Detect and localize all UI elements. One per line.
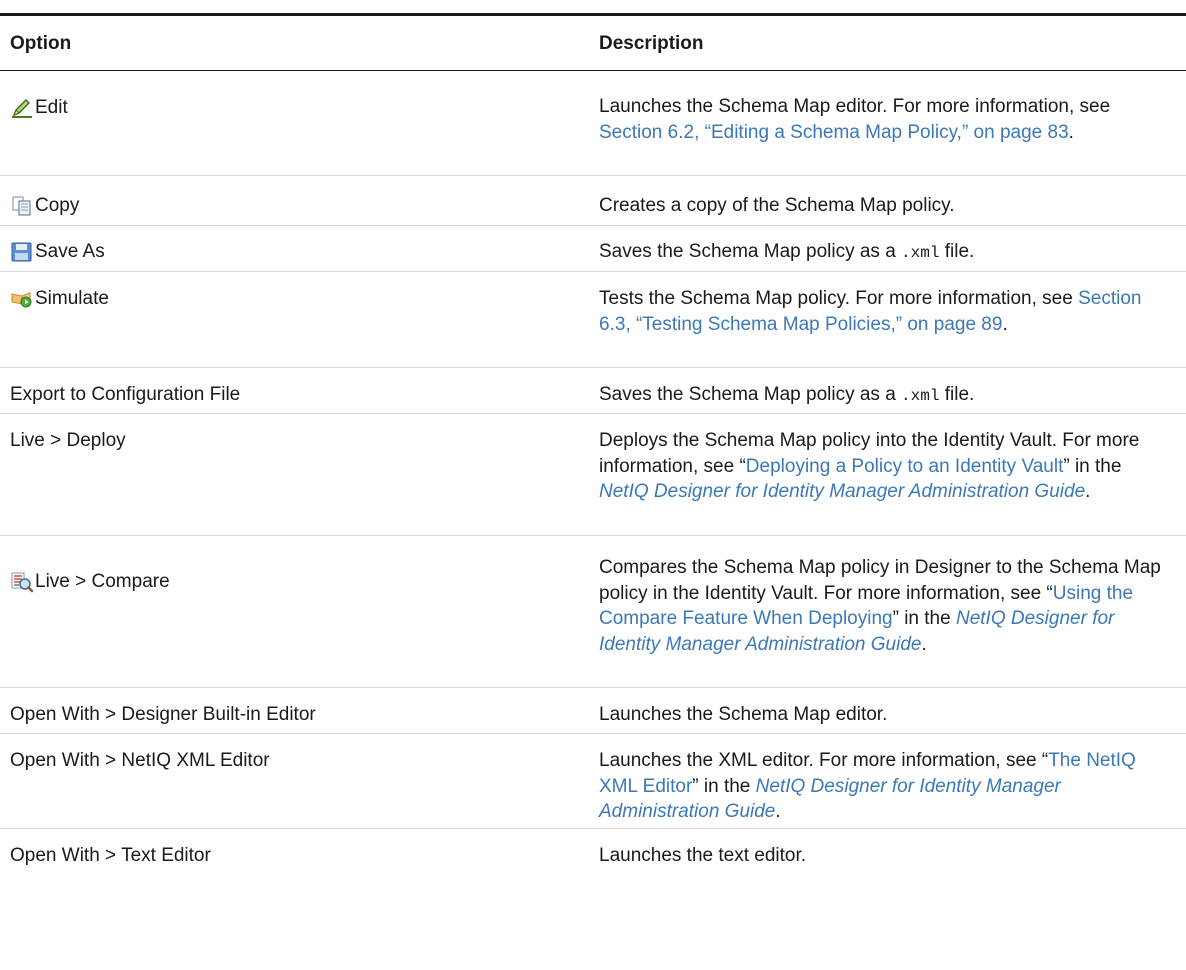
description-edit: Launches the Schema Map editor. For more… (599, 96, 1111, 143)
option-live-deploy: Live > Deploy (10, 429, 126, 453)
option-label: Edit (35, 97, 68, 118)
option-label: Open With > Designer Built-in Editor (10, 704, 316, 725)
link-deploying-policy[interactable]: Deploying a Policy to an Identity Vault (746, 456, 1064, 477)
option-label: Save As (35, 241, 105, 262)
option-label: Export to Configuration File (10, 384, 241, 405)
option-simulate: Simulate (10, 287, 109, 311)
option-label: Open With > NetIQ XML Editor (10, 750, 270, 771)
option-open-xml-editor: Open With > NetIQ XML Editor (10, 749, 270, 773)
header-rule (0, 70, 1186, 71)
option-label: Open With > Text Editor (10, 845, 211, 866)
description-save-as: Saves the Schema Map policy as a .xml fi… (599, 241, 975, 262)
pencil-icon (10, 97, 34, 119)
row-separator (0, 175, 1186, 176)
description-open-text-editor: Launches the text editor. (599, 845, 807, 866)
row-separator (0, 733, 1186, 734)
row-separator (0, 413, 1186, 414)
copy-icon (10, 195, 34, 217)
option-label: Simulate (35, 288, 109, 309)
link-editing-schema-map[interactable]: Section 6.2, “Editing a Schema Map Polic… (599, 122, 1069, 143)
description-live-compare: Compares the Schema Map policy in Design… (599, 557, 1161, 655)
option-open-text-editor: Open With > Text Editor (10, 844, 211, 868)
compare-icon (10, 571, 34, 593)
row-separator (0, 535, 1186, 536)
option-live-compare: Live > Compare (10, 570, 170, 594)
table-top-rule (0, 13, 1186, 16)
option-export: Export to Configuration File (10, 383, 240, 407)
description-simulate: Tests the Schema Map policy. For more in… (599, 288, 1142, 335)
option-edit: Edit (10, 96, 68, 120)
link-admin-guide[interactable]: NetIQ Designer for Identity Manager Admi… (599, 481, 1085, 502)
header-description: Description (599, 33, 704, 54)
option-label: Live > Compare (35, 571, 170, 592)
row-separator (0, 225, 1186, 226)
description-open-designer-editor: Launches the Schema Map editor. (599, 704, 888, 725)
description-copy: Creates a copy of the Schema Map policy. (599, 195, 955, 216)
row-separator (0, 828, 1186, 829)
header-option: Option (10, 33, 72, 54)
row-separator (0, 367, 1186, 368)
row-separator (0, 687, 1186, 688)
option-save-as: Save As (10, 240, 105, 264)
simulate-icon (10, 288, 34, 310)
description-export: Saves the Schema Map policy as a .xml fi… (599, 384, 975, 405)
save-icon (10, 241, 34, 263)
option-copy: Copy (10, 194, 79, 218)
description-open-xml-editor: Launches the XML editor. For more inform… (599, 750, 1136, 822)
option-label: Copy (35, 195, 80, 216)
row-separator (0, 271, 1186, 272)
description-live-deploy: Deploys the Schema Map policy into the I… (599, 430, 1140, 502)
option-open-designer-editor: Open With > Designer Built-in Editor (10, 703, 316, 727)
option-label: Live > Deploy (10, 430, 126, 451)
